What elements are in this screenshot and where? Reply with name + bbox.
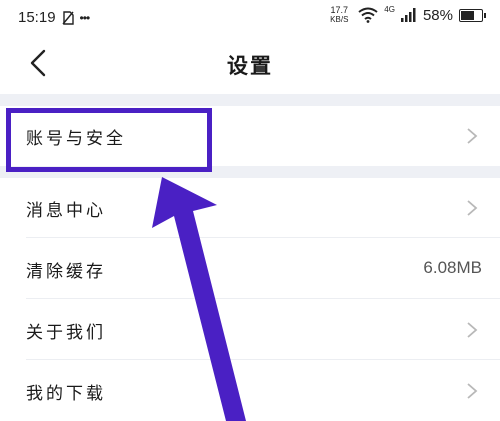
chevron-right-icon (467, 200, 478, 216)
row-divider (26, 237, 500, 238)
no-sim-notification-icon (62, 10, 74, 25)
section-divider (0, 94, 500, 106)
chevron-right-icon (467, 128, 478, 144)
settings-item-label: 关于我们 (26, 323, 106, 343)
status-bar-left: 15:19 ••• (18, 9, 91, 26)
clock: 15:19 (18, 9, 56, 26)
header: 设置 (0, 36, 500, 94)
settings-item-my-downloads[interactable]: 我的下载 (0, 361, 500, 421)
cache-size-value: 6.08MB (423, 258, 482, 277)
settings-item-message-center[interactable]: 消息中心 (0, 178, 500, 238)
settings-item-label: 我的下载 (26, 384, 106, 404)
chevron-right-icon (467, 383, 478, 399)
wifi-icon (358, 7, 378, 23)
highlight-box (6, 108, 212, 172)
page-title: 设置 (227, 54, 273, 78)
status-bar-right: 17.7 KB/S 4G 58% (326, 4, 486, 25)
network-speed: 17.7 KB/S (326, 5, 352, 25)
chevron-right-icon (467, 322, 478, 338)
status-bar: 15:19 ••• 17.7 KB/S 4G 58% (0, 0, 500, 36)
settings-item-label: 消息中心 (26, 201, 106, 221)
settings-item-clear-cache[interactable]: 清除缓存 6.08MB (0, 239, 500, 299)
network-speed-value: 17.7 (330, 5, 349, 15)
battery-icon (459, 8, 486, 22)
row-divider (26, 359, 500, 360)
more-notifications-indicator: ••• (79, 10, 91, 25)
network-type-label: 4G (384, 4, 395, 14)
battery-percent: 58% (422, 6, 453, 24)
network-speed-unit: KB/S (330, 15, 349, 24)
settings-item-label: 清除缓存 (26, 262, 106, 282)
signal-strength-icon (400, 8, 416, 22)
settings-item-about-us[interactable]: 关于我们 (0, 300, 500, 360)
row-divider (26, 298, 500, 299)
